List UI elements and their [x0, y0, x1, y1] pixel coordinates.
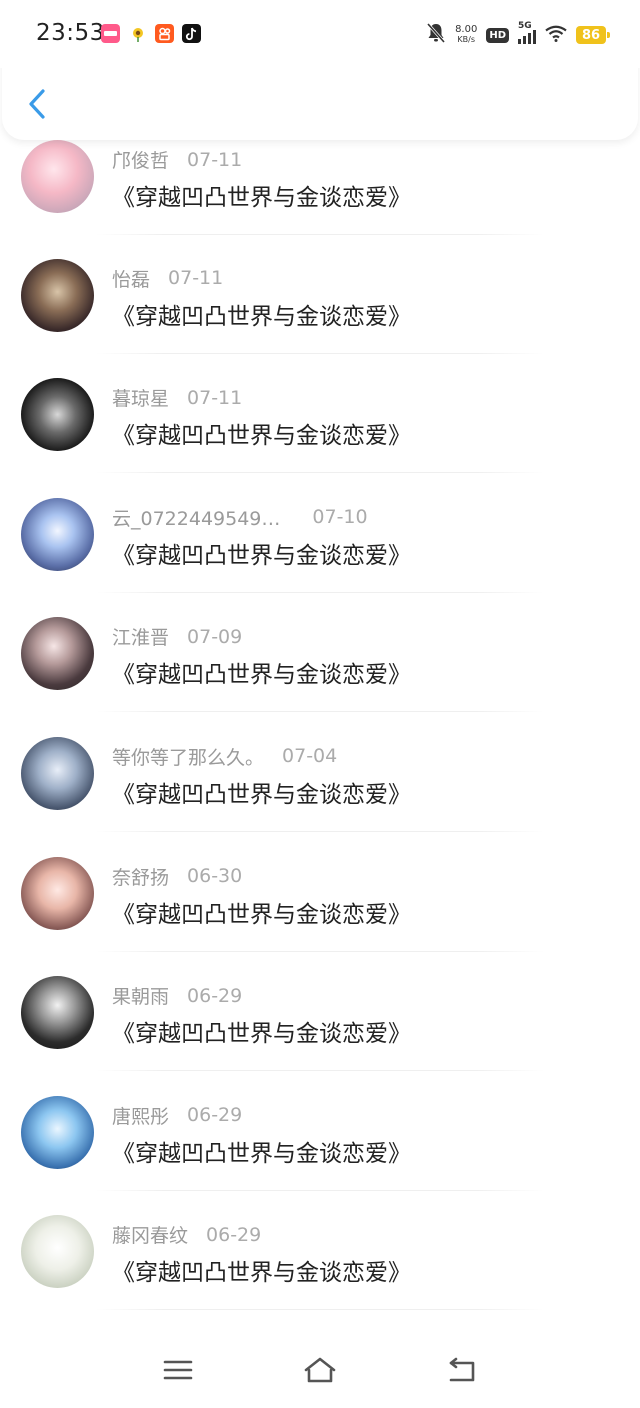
menu-icon — [163, 1360, 193, 1380]
book-title: 《穿越凹凸世界与金谈恋爱》 — [112, 662, 411, 689]
network-type-label: 5G — [518, 21, 532, 31]
list-item[interactable]: 藤冈春纹 06-29 《穿越凹凸世界与金谈恋爱》 — [0, 1196, 640, 1316]
back-button[interactable] — [22, 86, 52, 122]
avatar[interactable] — [21, 1215, 94, 1289]
item-date: 06-29 — [187, 1104, 243, 1127]
wifi-icon — [545, 25, 567, 46]
item-date: 07-11 — [187, 148, 243, 171]
item-meta: 邝俊哲 07-11 — [112, 146, 242, 173]
item-meta: 暮琼星 07-11 — [112, 384, 242, 411]
divider — [96, 950, 544, 952]
home-button[interactable] — [302, 1354, 338, 1386]
item-date: 07-04 — [282, 745, 338, 768]
system-nav-bar — [0, 1330, 640, 1408]
item-meta: 云_0722449549… 07-10 — [112, 504, 368, 531]
item-date: 07-09 — [187, 625, 243, 648]
user-name: 奈舒扬 — [112, 866, 170, 889]
divider — [96, 1070, 544, 1072]
divider — [96, 1309, 544, 1311]
book-title: 《穿越凹凸世界与金谈恋爱》 — [112, 542, 411, 569]
item-meta: 江淮晋 07-09 — [112, 623, 242, 650]
user-name: 果朝雨 — [112, 986, 170, 1009]
hd-badge: HD — [486, 27, 509, 43]
book-title: 《穿越凹凸世界与金谈恋爱》 — [112, 1021, 411, 1048]
book-title: 《穿越凹凸世界与金谈恋爱》 — [112, 901, 411, 928]
list-item[interactable]: 云_0722449549… 07-10 《穿越凹凸世界与金谈恋爱》 — [0, 479, 640, 599]
mute-bell-icon — [426, 22, 446, 48]
item-meta: 唐熙彤 06-29 — [112, 1102, 242, 1129]
battery-level: 86 — [581, 27, 601, 43]
user-name: 唐熙彤 — [112, 1105, 170, 1128]
user-name: 云_0722449549… — [112, 507, 281, 530]
list-item[interactable]: 奈舒扬 06-30 《穿越凹凸世界与金谈恋爱》 — [0, 838, 640, 958]
list-item[interactable]: 唐熙彤 06-29 《穿越凹凸世界与金谈恋爱》 — [0, 1077, 640, 1197]
network-speed-value: 8.00 — [455, 24, 478, 35]
tiktok-icon — [182, 24, 201, 43]
top-bar — [2, 60, 638, 140]
avatar[interactable] — [21, 140, 94, 213]
kuaishou-icon — [155, 24, 174, 43]
item-date: 07-11 — [187, 386, 243, 409]
user-name: 等你等了那么久。 — [112, 746, 265, 769]
user-name: 暮琼星 — [112, 388, 170, 411]
back-nav-button[interactable] — [446, 1354, 478, 1386]
book-title: 《穿越凹凸世界与金谈恋爱》 — [112, 423, 411, 450]
battery-indicator: 86 — [576, 26, 610, 44]
item-meta: 果朝雨 06-29 — [112, 982, 242, 1009]
network-speed: 8.00 KB/s — [455, 25, 477, 45]
item-date: 06-29 — [187, 984, 243, 1007]
avatar[interactable] — [21, 736, 94, 810]
item-date: 07-11 — [168, 267, 224, 290]
chevron-left-icon — [29, 89, 45, 119]
item-meta: 藤冈春纹 06-29 — [112, 1221, 261, 1248]
avatar[interactable] — [21, 497, 94, 571]
network-speed-unit: KB/s — [457, 35, 475, 44]
list-item[interactable]: 果朝雨 06-29 《穿越凹凸世界与金谈恋爱》 — [0, 957, 640, 1077]
user-name: 邝俊哲 — [112, 150, 170, 172]
user-name: 江淮晋 — [112, 627, 170, 650]
avatar[interactable] — [21, 856, 94, 930]
item-meta: 等你等了那么久。 07-04 — [112, 743, 337, 770]
list-item[interactable]: 等你等了那么久。 07-04 《穿越凹凸世界与金谈恋爱》 — [0, 718, 640, 838]
flower-icon — [128, 24, 147, 43]
divider — [96, 234, 544, 235]
book-title: 《穿越凹凸世界与金谈恋爱》 — [112, 303, 411, 330]
book-title: 《穿越凹凸世界与金谈恋爱》 — [112, 185, 411, 211]
divider — [96, 472, 544, 474]
list-item[interactable]: 暮琼星 07-11 《穿越凹凸世界与金谈恋爱》 — [0, 359, 640, 479]
divider — [96, 352, 544, 354]
list-item[interactable]: 怡磊 07-11 《穿越凹凸世界与金谈恋爱》 — [0, 240, 640, 360]
lofter-icon — [101, 24, 120, 43]
item-meta: 怡磊 07-11 — [112, 265, 223, 292]
reader-list: 邝俊哲 07-11 《穿越凹凸世界与金谈恋爱》 怡磊 07-11 《穿越凹凸世界… — [0, 120, 640, 1316]
list-item[interactable]: 江淮晋 07-09 《穿越凹凸世界与金谈恋爱》 — [0, 598, 640, 718]
avatar[interactable] — [21, 1095, 94, 1169]
item-meta: 奈舒扬 06-30 — [112, 863, 242, 890]
book-title: 《穿越凹凸世界与金谈恋爱》 — [112, 1260, 411, 1287]
status-indicators: 8.00 KB/s HD 5G 86 — [426, 21, 610, 48]
divider — [96, 830, 544, 832]
home-icon — [304, 1357, 336, 1383]
divider — [96, 591, 544, 593]
notification-app-icons — [101, 24, 201, 43]
book-title: 《穿越凹凸世界与金谈恋爱》 — [112, 1140, 411, 1167]
avatar[interactable] — [21, 378, 94, 452]
menu-button[interactable] — [162, 1354, 194, 1386]
avatar[interactable] — [21, 976, 94, 1050]
divider — [96, 711, 544, 713]
item-date: 07-10 — [312, 506, 368, 529]
cellular-signal-icon: 5G — [518, 21, 536, 44]
status-bar: 23:53 8.00 KB/s HD 5G 86 — [0, 0, 640, 68]
user-name: 怡磊 — [112, 268, 151, 291]
user-name: 藤冈春纹 — [112, 1225, 189, 1248]
book-title: 《穿越凹凸世界与金谈恋爱》 — [112, 781, 411, 808]
item-date: 06-30 — [187, 865, 243, 888]
status-time: 23:53 — [36, 20, 105, 46]
back-return-icon — [449, 1357, 475, 1382]
avatar[interactable] — [21, 617, 94, 691]
item-date: 06-29 — [206, 1223, 262, 1246]
avatar[interactable] — [21, 258, 94, 332]
divider — [96, 1189, 544, 1191]
